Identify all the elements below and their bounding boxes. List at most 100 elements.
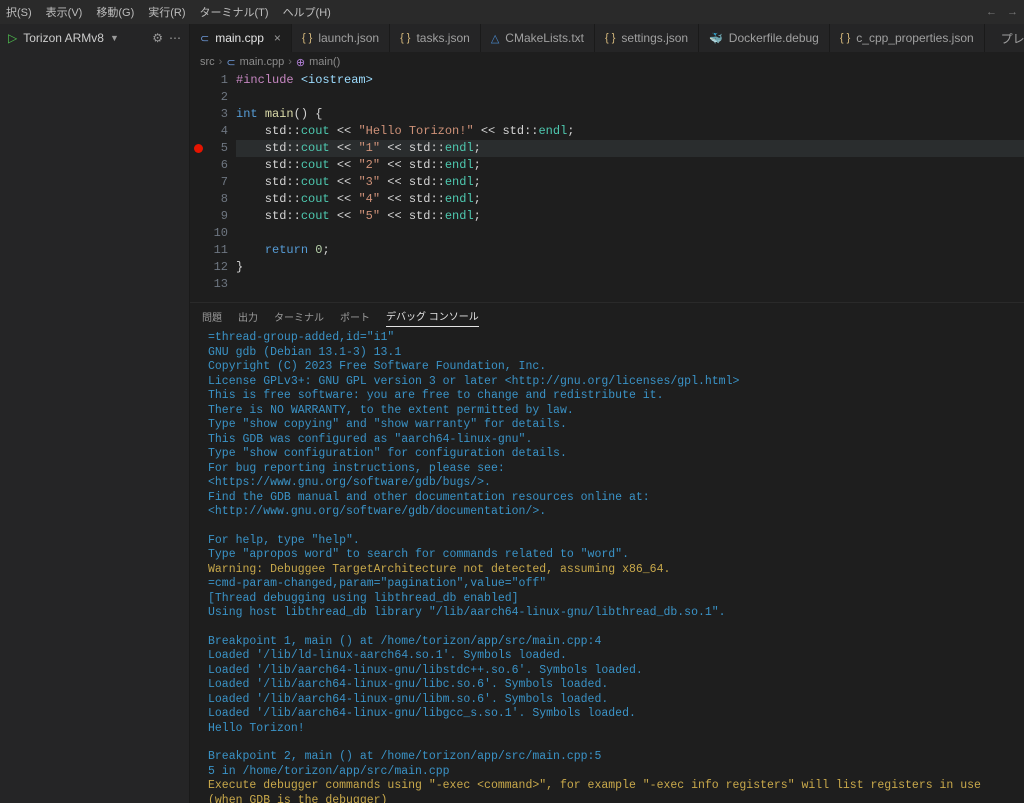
console-line: Using host libthread_db library "/lib/aa… bbox=[208, 606, 1014, 621]
console-line: Type "show copying" and "show warranty" … bbox=[208, 418, 1014, 433]
breakpoint-gutter[interactable] bbox=[190, 72, 206, 302]
panel-tab-2[interactable]: ターミナル bbox=[274, 306, 324, 327]
console-line: This is free software: you are free to c… bbox=[208, 389, 1014, 404]
breadcrumb-sep-icon: › bbox=[288, 56, 292, 68]
tab-label: settings.json bbox=[621, 31, 688, 45]
main-area: src › ⊂ main.cpp › ⊕ main() 123456789101… bbox=[0, 52, 1024, 803]
console-line: GNU gdb (Debian 13.1-3) 13.1 bbox=[208, 346, 1014, 361]
console-line: This GDB was configured as "aarch64-linu… bbox=[208, 433, 1014, 448]
menu-go[interactable]: 移動(G) bbox=[96, 4, 134, 20]
editor-tab-cmakelists-txt[interactable]: △CMakeLists.txt bbox=[481, 24, 595, 52]
console-line: For bug reporting instructions, please s… bbox=[208, 462, 1014, 477]
breadcrumb-part[interactable]: main.cpp bbox=[240, 56, 285, 68]
debug-console-output[interactable]: =thread-group-added,id="i1"GNU gdb (Debi… bbox=[190, 329, 1024, 803]
line-number: 7 bbox=[206, 174, 228, 191]
breadcrumb-part[interactable]: src bbox=[200, 56, 215, 68]
code-line[interactable]: std::cout << "5" << std::endl; bbox=[236, 208, 1024, 225]
json-file-icon: { } bbox=[605, 32, 615, 44]
panel-tab-4[interactable]: デバッグ コンソール bbox=[386, 305, 479, 327]
line-number: 2 bbox=[206, 89, 228, 106]
editor-tab--readme-md[interactable]: プレビュー README.md bbox=[985, 24, 1024, 52]
console-line: =cmd-param-changed,param="pagination",va… bbox=[208, 577, 1014, 592]
breadcrumb[interactable]: src › ⊂ main.cpp › ⊕ main() bbox=[190, 52, 1024, 72]
play-icon: ▷ bbox=[8, 31, 17, 45]
close-icon[interactable]: × bbox=[274, 31, 281, 45]
debug-target-selector[interactable]: ▷ Torizon ARMv8 ▼ ⚙ ⋯ bbox=[0, 24, 190, 52]
console-line: Type "show configuration" for configurat… bbox=[208, 447, 1014, 462]
code-line[interactable]: std::cout << "4" << std::endl; bbox=[236, 191, 1024, 208]
menu-run[interactable]: 実行(R) bbox=[148, 4, 185, 20]
panel-tab-3[interactable]: ポート bbox=[340, 306, 370, 327]
code-line[interactable]: int main() { bbox=[236, 106, 1024, 123]
editor-tab-tasks-json[interactable]: { }tasks.json bbox=[390, 24, 481, 52]
code-line[interactable] bbox=[236, 276, 1024, 293]
line-number: 11 bbox=[206, 242, 228, 259]
code-line[interactable]: #include <iostream> bbox=[236, 72, 1024, 89]
menu-select[interactable]: 択(S) bbox=[6, 4, 32, 20]
console-line: For help, type "help". bbox=[208, 534, 1014, 549]
code-line[interactable]: std::cout << "3" << std::endl; bbox=[236, 174, 1024, 191]
panel-tab-1[interactable]: 出力 bbox=[238, 306, 258, 327]
json-file-icon: { } bbox=[840, 32, 850, 44]
tab-label: c_cpp_properties.json bbox=[856, 31, 973, 45]
line-number-gutter: 12345678910111213 bbox=[206, 72, 236, 302]
editor-tab-c-cpp-properties-json[interactable]: { } c_cpp_properties.json bbox=[830, 24, 985, 52]
line-number: 5 bbox=[206, 140, 228, 157]
chevron-down-icon: ▼ bbox=[110, 33, 119, 43]
console-line: <http://www.gnu.org/software/gdb/documen… bbox=[208, 505, 1014, 520]
line-number: 6 bbox=[206, 157, 228, 174]
line-number: 4 bbox=[206, 123, 228, 140]
code-line[interactable]: std::cout << "2" << std::endl; bbox=[236, 157, 1024, 174]
console-line: Hello Torizon! bbox=[208, 722, 1014, 737]
nav-back-icon[interactable]: ← bbox=[986, 6, 997, 18]
line-number: 13 bbox=[206, 276, 228, 293]
console-line: Warning: Debuggee TargetArchitecture not… bbox=[208, 563, 1014, 578]
function-icon: ⊕ bbox=[296, 56, 305, 69]
editor-tab-dockerfile-debug[interactable]: 🐳 Dockerfile.debug bbox=[699, 24, 830, 52]
code-line[interactable] bbox=[236, 89, 1024, 106]
cpp-file-icon: ⊂ bbox=[200, 32, 209, 45]
editor-tab-main-cpp[interactable]: ⊂main.cpp× bbox=[190, 24, 292, 52]
code-lines[interactable]: #include <iostream>int main() { std::cou… bbox=[236, 72, 1024, 302]
editor-tab-settings-json[interactable]: { } settings.json bbox=[595, 24, 699, 52]
nav-forward-icon[interactable]: → bbox=[1007, 6, 1018, 18]
more-icon[interactable]: ⋯ bbox=[169, 31, 181, 45]
panel-tab-0[interactable]: 問題 bbox=[202, 306, 222, 327]
console-line: There is NO WARRANTY, to the extent perm… bbox=[208, 404, 1014, 419]
console-line: License GPLv3+: GNU GPL version 3 or lat… bbox=[208, 375, 1014, 390]
breadcrumb-part[interactable]: main() bbox=[309, 56, 340, 68]
cpp-file-icon: ⊂ bbox=[226, 56, 235, 69]
console-line: Copyright (C) 2023 Free Software Foundat… bbox=[208, 360, 1014, 375]
tab-label: Dockerfile.debug bbox=[729, 31, 819, 45]
code-line[interactable]: std::cout << "Hello Torizon!" << std::en… bbox=[236, 123, 1024, 140]
code-line[interactable]: } bbox=[236, 259, 1024, 276]
code-line[interactable]: std::cout << "1" << std::endl; bbox=[236, 140, 1024, 157]
code-line[interactable]: return 0; bbox=[236, 242, 1024, 259]
line-number: 3 bbox=[206, 106, 228, 123]
panel-tabs: 問題出力ターミナルポートデバッグ コンソール bbox=[190, 303, 1024, 329]
console-line: Loaded '/lib/aarch64-linux-gnu/libgcc_s.… bbox=[208, 707, 1014, 722]
editor-tabs: ⊂main.cpp×{ }launch.json{ }tasks.json△CM… bbox=[190, 24, 1024, 52]
docker-file-icon: 🐳 bbox=[709, 32, 723, 45]
topbar: ▷ Torizon ARMv8 ▼ ⚙ ⋯ ⊂main.cpp×{ }launc… bbox=[0, 24, 1024, 52]
menu-help[interactable]: ヘルプ(H) bbox=[283, 4, 331, 20]
tab-label: CMakeLists.txt bbox=[505, 31, 584, 45]
editor-tab-launch-json[interactable]: { }launch.json bbox=[292, 24, 390, 52]
line-number: 12 bbox=[206, 259, 228, 276]
breakpoint-icon[interactable] bbox=[194, 144, 203, 153]
console-line: Breakpoint 1, main () at /home/torizon/a… bbox=[208, 635, 1014, 650]
console-line: Execute debugger commands using "-exec <… bbox=[208, 779, 1014, 803]
console-line: Type "apropos word" to search for comman… bbox=[208, 548, 1014, 563]
gear-icon[interactable]: ⚙ bbox=[152, 31, 163, 45]
console-line: [Thread debugging using libthread_db ena… bbox=[208, 592, 1014, 607]
menu-view[interactable]: 表示(V) bbox=[46, 4, 83, 20]
breadcrumb-sep-icon: › bbox=[219, 56, 223, 68]
code-editor[interactable]: 12345678910111213 #include <iostream>int… bbox=[190, 72, 1024, 302]
code-line[interactable] bbox=[236, 225, 1024, 242]
bottom-panel: 問題出力ターミナルポートデバッグ コンソール =thread-group-add… bbox=[190, 302, 1024, 803]
json-file-icon: { } bbox=[400, 32, 410, 44]
menu-terminal[interactable]: ターミナル(T) bbox=[200, 4, 269, 20]
console-line: 5 in /home/torizon/app/src/main.cpp bbox=[208, 765, 1014, 780]
json-file-icon: { } bbox=[302, 32, 312, 44]
editor-pane: src › ⊂ main.cpp › ⊕ main() 123456789101… bbox=[190, 52, 1024, 803]
